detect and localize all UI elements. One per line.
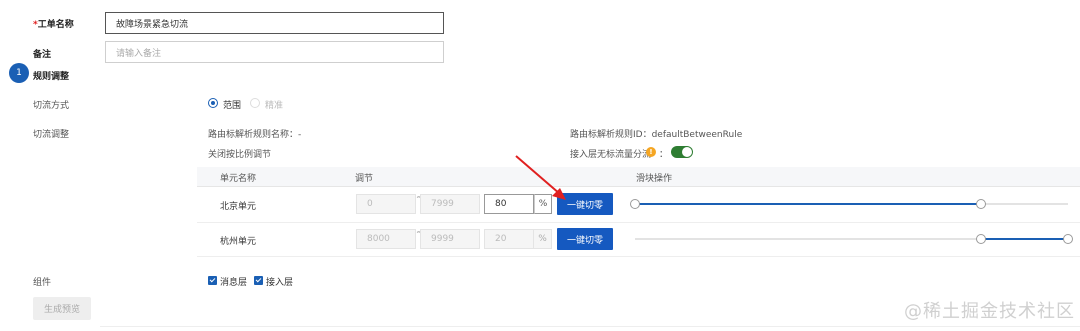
row1-to-value: 7999 xyxy=(431,199,454,209)
checkbox-access-layer-label: 接入层 xyxy=(266,278,294,288)
rule-name-label: 路由标解析规则名称： xyxy=(208,130,299,140)
row1-slider-handle-start[interactable] xyxy=(630,199,640,209)
col-unit-header: 单元名称 xyxy=(220,174,257,184)
row2-slider-handle-start[interactable] xyxy=(976,234,986,244)
col-slider-header: 滑块操作 xyxy=(636,174,673,184)
row2-zero-button[interactable]: 一键切零 xyxy=(557,228,613,250)
annotation-arrow-icon xyxy=(515,155,566,200)
components-label: 组件 xyxy=(33,278,52,288)
rule-id-value: defaultBetweenRule xyxy=(651,130,743,140)
rule-name: 路由标解析规则名称：- xyxy=(208,127,301,140)
generate-preview-button[interactable]: 生成预览 xyxy=(33,297,91,320)
row2-percent-unit: % xyxy=(534,229,552,249)
row1-slider-fill xyxy=(635,203,981,205)
row2-from-input[interactable]: 8000 xyxy=(356,229,416,249)
watermark: @稀土掘金技术社区 xyxy=(904,301,1075,322)
ticket-name-label-text: 工单名称 xyxy=(37,20,74,30)
row1-from-input[interactable]: 0 xyxy=(356,194,416,214)
remark-label: 备注 xyxy=(33,50,52,60)
step-title: 规则调整 xyxy=(33,72,70,82)
radio-precise[interactable] xyxy=(250,98,260,108)
info-icon[interactable]: ! xyxy=(646,147,656,157)
bottom-divider xyxy=(100,326,1080,327)
col-adjust-header: 调节 xyxy=(355,174,374,184)
ticket-name-input[interactable]: 故障场景紧急切流 xyxy=(105,12,444,34)
cut-adjust-label: 切流调整 xyxy=(33,130,70,140)
rule-id: 路由标解析规则ID：defaultBetweenRule xyxy=(570,127,742,140)
row1-percent-value: 80 xyxy=(495,199,507,209)
row-separator xyxy=(197,222,1080,223)
ratio-label[interactable]: 关闭按比例调节 xyxy=(208,147,271,160)
row2-slider-handle-end[interactable] xyxy=(1063,234,1073,244)
checkbox-message-layer-label: 消息层 xyxy=(220,278,248,288)
access-layer-label: 接入层无标流量分流 xyxy=(570,150,652,160)
remark-placeholder: 请输入备注 xyxy=(116,48,162,59)
ticket-name-label: *工单名称 xyxy=(33,17,74,30)
rule-name-value: - xyxy=(298,130,302,140)
row2-to-value: 9999 xyxy=(431,234,454,244)
rule-id-label: 路由标解析规则ID： xyxy=(570,130,652,140)
row2-percent-value: 20 xyxy=(495,234,507,244)
access-layer-toggle[interactable] xyxy=(671,146,693,158)
radio-precise-label: 精准 xyxy=(265,101,284,111)
radio-range[interactable] xyxy=(208,98,218,108)
cut-mode-label: 切流方式 xyxy=(33,101,70,111)
row-unit-beijing: 北京单元 xyxy=(220,202,257,212)
row2-to-input[interactable]: 9999 xyxy=(420,229,480,249)
row2-slider-fill xyxy=(981,238,1068,240)
row-unit-hangzhou: 杭州单元 xyxy=(220,237,257,247)
checkbox-message-layer[interactable] xyxy=(208,276,217,285)
row1-to-input[interactable]: 7999 xyxy=(420,194,480,214)
row1-slider-handle-end[interactable] xyxy=(976,199,986,209)
checkbox-access-layer[interactable] xyxy=(254,276,263,285)
radio-range-label: 范围 xyxy=(223,101,242,111)
row-separator xyxy=(197,256,1080,257)
remark-input[interactable]: 请输入备注 xyxy=(105,41,444,63)
row2-from-value: 8000 xyxy=(367,234,390,244)
access-layer-colon: ： xyxy=(659,150,669,160)
row2-percent-input[interactable]: 20 xyxy=(484,229,534,249)
step-number-badge: 1 xyxy=(9,63,29,83)
row1-from-value: 0 xyxy=(367,199,373,209)
ticket-name-value: 故障场景紧急切流 xyxy=(116,19,189,30)
